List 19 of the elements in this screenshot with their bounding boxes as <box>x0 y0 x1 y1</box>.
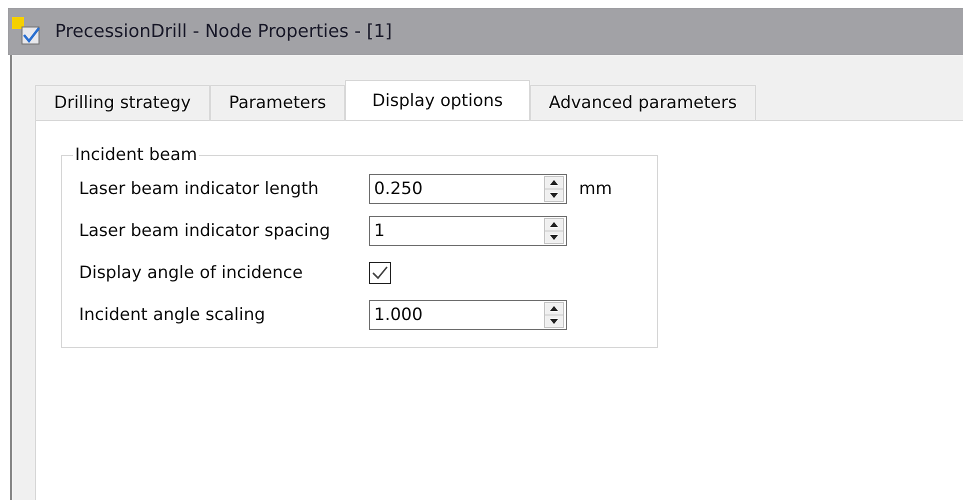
spin-box[interactable]: 1.000 <box>369 300 567 330</box>
spin-box[interactable]: 0.250 <box>369 174 567 204</box>
checkbox-icon <box>11 16 43 48</box>
spin-arrows-icon[interactable] <box>544 302 564 328</box>
unit-label: mm <box>579 179 612 199</box>
field-label: Incident angle scaling <box>79 305 266 325</box>
field-label: Display angle of incidence <box>79 263 304 283</box>
tab[interactable]: Parameters <box>210 85 346 120</box>
spin-arrows-icon[interactable] <box>544 176 564 202</box>
spin-arrows-icon[interactable] <box>544 218 564 244</box>
window-title: PrecessionDrill - Node Properties - [1] <box>55 21 392 42</box>
tab[interactable]: Advanced parameters <box>530 85 756 120</box>
checkbox[interactable] <box>369 262 391 284</box>
field-label: Laser beam indicator spacing <box>79 221 332 241</box>
group-title: Incident beam <box>74 145 198 165</box>
tab[interactable]: Display options <box>345 80 530 120</box>
spin-box[interactable]: 1 <box>369 216 567 246</box>
field-label: Laser beam indicator length <box>79 179 320 199</box>
tab[interactable]: Drilling strategy <box>35 85 210 120</box>
